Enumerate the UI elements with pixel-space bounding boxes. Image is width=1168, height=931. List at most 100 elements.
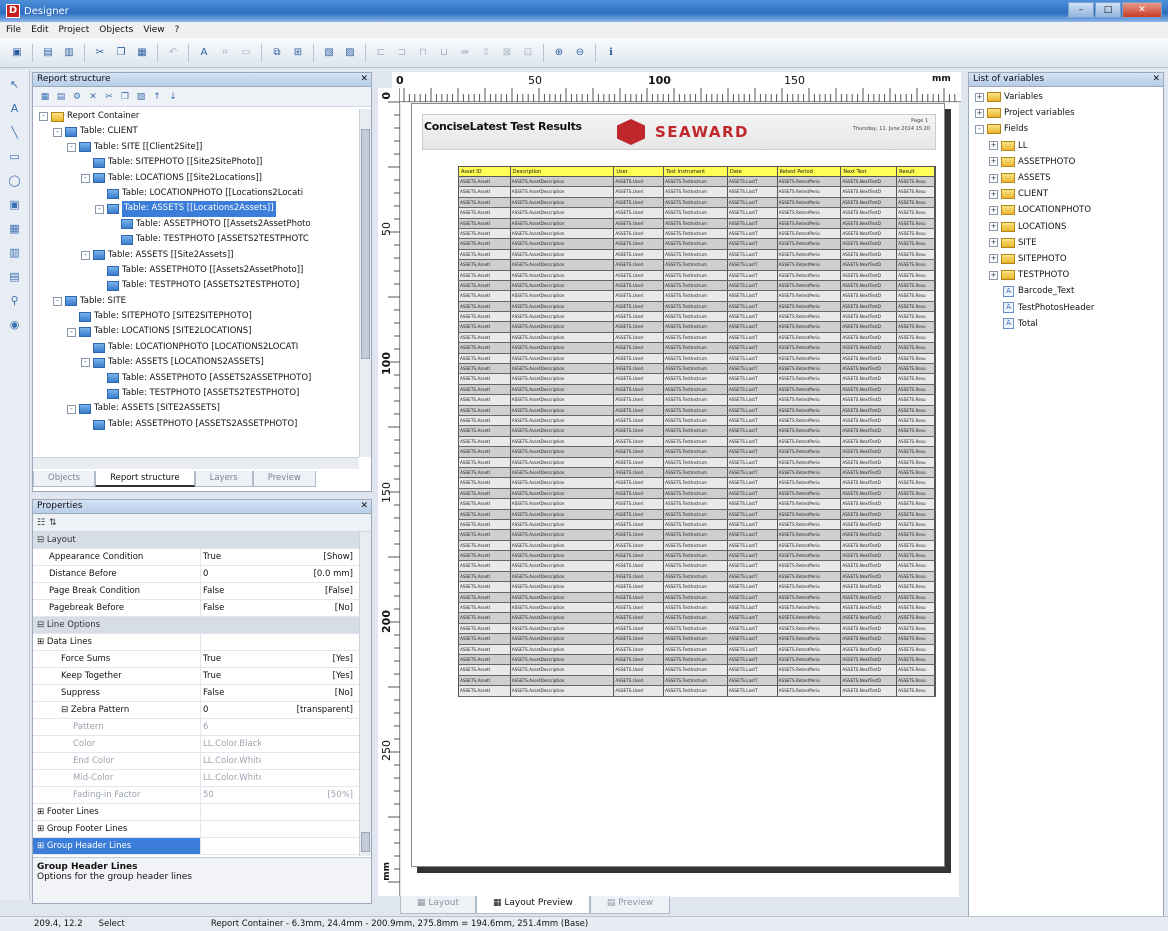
- table-row[interactable]: ASSETS.AssetI ASSETS.AssetDescription ASSE…: [458, 644, 936, 655]
- tree-node[interactable]: Table: LOCATIONPHOTO [LOCATIONS2LOCATI: [33, 340, 359, 355]
- tree-node[interactable]: Table: ASSETPHOTO [[Assets2AssetPhoto]]: [33, 263, 359, 278]
- variable-node[interactable]: + LL: [975, 138, 1163, 154]
- tree-node[interactable]: - Table: LOCATIONS [SITE2LOCATIONS]: [33, 324, 359, 339]
- table-row[interactable]: ASSETS.AssetI ASSETS.AssetDescription ASSE…: [458, 228, 936, 240]
- table-header-row[interactable]: Asset ID Description User Test Instrument Da…: [458, 166, 936, 177]
- sort-icon[interactable]: ⇅: [49, 518, 57, 528]
- property-value[interactable]: False: [201, 583, 261, 599]
- report-table[interactable]: Asset ID Description User Test Instrument Da…: [458, 166, 936, 697]
- table-row[interactable]: ASSETS.AssetI ASSETS.AssetDescription ASSE…: [458, 249, 936, 261]
- property-row[interactable]: Mid-Color LL.Color.White: [33, 770, 359, 787]
- categorized-icon[interactable]: ☷: [37, 518, 45, 528]
- table-row[interactable]: ASSETS.AssetI ASSETS.AssetDescription ASSE…: [458, 478, 936, 489]
- property-row[interactable]: ⊟ Zebra Pattern 0 [transparent]: [33, 702, 359, 719]
- close-icon[interactable]: ✕: [1152, 73, 1160, 86]
- menu-file[interactable]: File: [6, 25, 21, 35]
- property-value[interactable]: 0: [201, 702, 261, 718]
- page-number[interactable]: Page 1: [911, 118, 928, 124]
- table-row[interactable]: ASSETS.AssetI ASSETS.AssetDescription ASSE…: [458, 592, 936, 604]
- tree-node[interactable]: - Report Container: [33, 109, 359, 124]
- copy-icon[interactable]: ❐: [119, 91, 131, 103]
- table-row[interactable]: ASSETS.AssetI ASSETS.AssetDescription ASSE…: [458, 561, 936, 572]
- table-row[interactable]: ASSETS.AssetI ASSETS.AssetDescription ASSE…: [458, 384, 936, 396]
- property-value[interactable]: False: [201, 600, 261, 616]
- property-row[interactable]: Page Break Condition False [False]: [33, 583, 359, 600]
- table-row[interactable]: ASSETS.AssetI ASSETS.AssetDescription ASSE…: [458, 530, 936, 541]
- expand-toggle-icon[interactable]: +: [989, 254, 998, 264]
- layer-icon[interactable]: ▧: [320, 44, 338, 62]
- column-header[interactable]: Next Test: [841, 167, 898, 176]
- expand-toggle-icon[interactable]: -: [39, 112, 48, 122]
- property-row[interactable]: Fading-in Factor 50 [50%]: [33, 787, 359, 804]
- tree-vertical-scrollbar[interactable]: [359, 109, 371, 457]
- tree-node[interactable]: Table: ASSETPHOTO [ASSETS2ASSETPHOTO]: [33, 371, 359, 386]
- table-row[interactable]: ASSETS.AssetI ASSETS.AssetDescription ASSE…: [458, 665, 936, 676]
- zoom-out-icon[interactable]: ⊖: [571, 44, 589, 62]
- tree-node[interactable]: - Table: SITE [[Client2Site]]: [33, 140, 359, 155]
- minimize-button[interactable]: –: [1068, 2, 1094, 18]
- property-row[interactable]: Appearance Condition True [Show]: [33, 549, 359, 566]
- variable-node[interactable]: + Variables: [975, 89, 1163, 105]
- variable-node[interactable]: + TESTPHOTO: [975, 267, 1163, 283]
- tree-node[interactable]: Table: SITEPHOTO [SITE2SITEPHOTO]: [33, 309, 359, 324]
- move-down-icon[interactable]: ↓: [167, 91, 179, 103]
- table-row[interactable]: ASSETS.AssetI ASSETS.AssetDescription ASSE…: [458, 353, 936, 365]
- table-row[interactable]: ASSETS.AssetI ASSETS.AssetDescription ASSE…: [458, 551, 936, 562]
- variable-node[interactable]: A Barcode_Text: [975, 283, 1163, 299]
- expand-toggle-icon[interactable]: +: [989, 238, 998, 248]
- table-row[interactable]: ASSETS.AssetI ASSETS.AssetDescription ASSE…: [458, 312, 936, 323]
- variable-node[interactable]: + SITE: [975, 235, 1163, 251]
- property-row[interactable]: ⊞ Group Footer Lines: [33, 821, 359, 838]
- expand-toggle-icon[interactable]: -: [95, 204, 104, 214]
- expand-toggle-icon[interactable]: +: [975, 108, 984, 118]
- table-row[interactable]: ASSETS.AssetI ASSETS.AssetDescription ASSE…: [458, 519, 936, 531]
- expand-toggle-icon[interactable]: -: [81, 173, 90, 183]
- table-row[interactable]: ASSETS.AssetI ASSETS.AssetDescription ASSE…: [458, 343, 936, 354]
- table-icon[interactable]: ▨: [341, 44, 359, 62]
- tree-node[interactable]: Table: TESTPHOTO [ASSETS2TESTPHOTC: [33, 232, 359, 247]
- menu-objects[interactable]: Objects: [99, 25, 133, 35]
- column-header[interactable]: Description: [511, 167, 615, 176]
- tree-node[interactable]: Table: TESTPHOTO [ASSETS2TESTPHOTO]: [33, 386, 359, 401]
- property-value[interactable]: False: [201, 685, 261, 701]
- report-date[interactable]: Thursday, 11. June 2014 15:20: [853, 126, 930, 132]
- property-row[interactable]: Force Sums True [Yes]: [33, 651, 359, 668]
- report-page[interactable]: ConciseLatest Test Results SEAWARD Page …: [411, 103, 945, 867]
- table-row[interactable]: ASSETS.AssetI ASSETS.AssetDescription ASSE…: [458, 426, 936, 437]
- table-row[interactable]: ASSETS.AssetI ASSETS.AssetDescription ASSE…: [458, 374, 936, 385]
- variable-node[interactable]: A TestPhotosHeader: [975, 299, 1163, 315]
- tree-node[interactable]: - Table: CLIENT: [33, 124, 359, 139]
- menu-help[interactable]: ?: [175, 25, 180, 35]
- picture-tool-icon[interactable]: ▣: [6, 196, 24, 214]
- same-size-icon[interactable]: ⇳: [477, 44, 495, 62]
- property-value[interactable]: LL.Color.White: [201, 770, 261, 786]
- crosstab-tool-icon[interactable]: ⚲: [6, 292, 24, 310]
- snap-icon[interactable]: ⊡: [519, 44, 537, 62]
- tab-layout-preview[interactable]: ▦ Layout Preview: [475, 896, 590, 914]
- table-row[interactable]: ASSETS.AssetI ASSETS.AssetDescription ASSE…: [458, 540, 936, 552]
- text-tool-icon[interactable]: A: [6, 100, 24, 118]
- tree-node[interactable]: - Table: ASSETS [LOCATIONS2ASSETS]: [33, 355, 359, 370]
- variable-node[interactable]: + SITEPHOTO: [975, 251, 1163, 267]
- undo-icon[interactable]: ↶: [164, 44, 182, 62]
- table-row[interactable]: ASSETS.AssetI ASSETS.AssetDescription ASSE…: [458, 488, 936, 500]
- table-row[interactable]: ASSETS.AssetI ASSETS.AssetDescription ASSE…: [458, 654, 936, 666]
- property-value[interactable]: [201, 821, 261, 837]
- move-up-icon[interactable]: ↑: [151, 91, 163, 103]
- table-row[interactable]: ASSETS.AssetI ASSETS.AssetDescription ASSE…: [458, 675, 936, 687]
- print-preview-icon[interactable]: ▥: [60, 44, 78, 62]
- variable-node[interactable]: + ASSETPHOTO: [975, 154, 1163, 170]
- property-value[interactable]: True: [201, 668, 261, 684]
- properties-icon[interactable]: ⚙: [71, 91, 83, 103]
- table-row[interactable]: ASSETS.AssetI ASSETS.AssetDescription ASSE…: [458, 634, 936, 645]
- tree-node[interactable]: Table: LOCATIONPHOTO [[Locations2Locati: [33, 186, 359, 201]
- expand-toggle-icon[interactable]: -: [67, 404, 76, 414]
- expand-toggle-icon[interactable]: +: [989, 157, 998, 167]
- property-row[interactable]: Keep Together True [Yes]: [33, 668, 359, 685]
- expand-toggle-icon[interactable]: +: [989, 222, 998, 232]
- insert-object-icon[interactable]: ⊞: [289, 44, 307, 62]
- tab-layout[interactable]: ▦ Layout: [400, 896, 476, 914]
- tree-node[interactable]: - Table: LOCATIONS [[Site2Locations]]: [33, 171, 359, 186]
- save-icon[interactable]: ▣: [8, 44, 26, 62]
- table-row[interactable]: ASSETS.AssetI ASSETS.AssetDescription ASSE…: [458, 270, 936, 281]
